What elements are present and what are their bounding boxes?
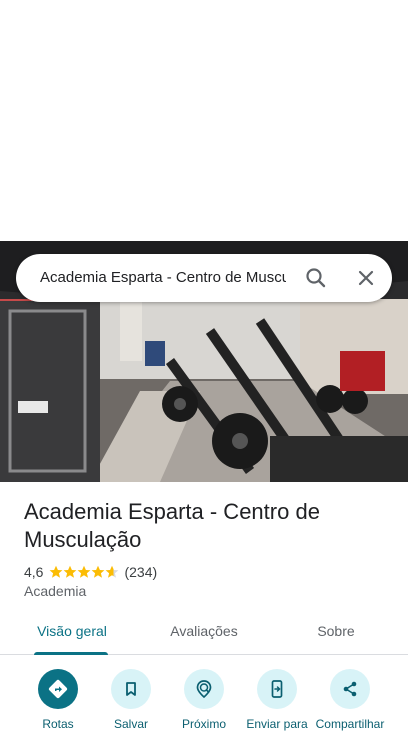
send-to-phone-icon <box>257 669 297 709</box>
directions-icon <box>38 669 78 709</box>
send-to-phone-label: Enviar para <box>246 717 308 731</box>
rating-row[interactable]: 4,6 (234) <box>24 563 157 581</box>
directions-label: Rotas <box>42 717 74 731</box>
nearby-icon <box>184 669 224 709</box>
save-label: Salvar <box>113 717 148 731</box>
close-icon[interactable] <box>352 264 380 292</box>
rating-value: 4,6 <box>24 564 44 580</box>
save-button[interactable]: Salvar <box>93 669 169 731</box>
star-icon <box>92 565 105 578</box>
star-icon <box>78 565 91 578</box>
tab-about[interactable]: Sobre <box>296 612 376 652</box>
share-button[interactable]: Compartilhar <box>312 669 388 731</box>
share-icon <box>330 669 370 709</box>
bookmark-icon <box>111 669 151 709</box>
tab-reviews[interactable]: Avaliações <box>152 612 256 652</box>
star-icon <box>50 565 63 578</box>
send-to-phone-button[interactable]: Enviar para <box>239 669 315 731</box>
tab-overview[interactable]: Visão geral <box>24 612 120 652</box>
directions-button[interactable]: Rotas <box>20 669 96 731</box>
star-rating <box>49 565 119 579</box>
action-row: Rotas Salvar Próximo Enviar para Compart… <box>0 666 408 731</box>
nearby-button[interactable]: Próximo <box>166 669 242 731</box>
active-tab-indicator <box>34 652 108 655</box>
star-icon <box>64 565 77 578</box>
tab-bar: Visão geral Avaliações Sobre <box>0 612 408 655</box>
search-icon[interactable] <box>302 264 330 292</box>
place-title: Academia Esparta - Centro de Musculação <box>24 499 320 552</box>
review-count[interactable]: (234) <box>124 564 157 580</box>
star-half-icon <box>106 565 119 578</box>
share-label: Compartilhar <box>315 717 385 731</box>
place-category: Academia <box>24 583 87 599</box>
nearby-label: Próximo <box>181 717 226 731</box>
map-blank-area <box>0 0 408 241</box>
search-bar[interactable]: Academia Esparta - Centro de Musculação <box>16 254 392 302</box>
search-input[interactable]: Academia Esparta - Centro de Musculação <box>40 268 286 288</box>
